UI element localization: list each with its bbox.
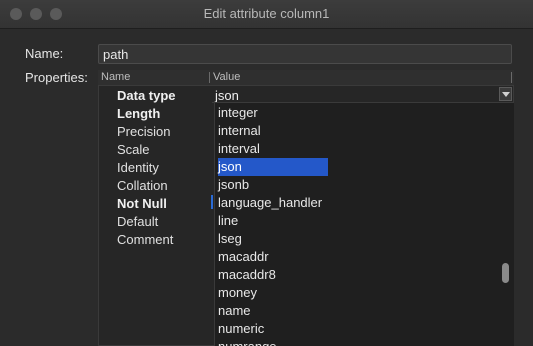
title-bar: Edit attribute column1 [0,0,533,29]
column-header-name[interactable]: Name [101,71,130,83]
column-header-value[interactable]: Value [213,71,240,83]
row-precision[interactable]: Precision [117,124,170,139]
dropdown-option[interactable]: interval [218,140,328,158]
row-identity[interactable]: Identity [117,160,159,175]
column-separator[interactable] [209,72,210,83]
name-label: Name: [25,46,64,61]
row-length[interactable]: Length [117,106,160,121]
dropdown-option[interactable]: language_handler [218,194,328,212]
name-input[interactable]: path [98,44,512,64]
column-separator[interactable] [511,72,512,83]
dropdown-option-selected[interactable]: json [218,158,328,176]
dropdown-option[interactable]: jsonb [218,176,328,194]
window-title: Edit attribute column1 [203,6,330,21]
row-collation[interactable]: Collation [117,178,168,193]
dropdown-option[interactable]: line [218,212,328,230]
data-type-combo-value[interactable]: json [215,88,239,103]
row-comment[interactable]: Comment [117,232,173,247]
dropdown-option[interactable]: integer [218,104,328,122]
row-default[interactable]: Default [117,214,158,229]
table-header: Name Value [98,70,514,86]
dropdown-option[interactable]: numrange [218,338,328,346]
dropdown-option[interactable]: name [218,302,328,320]
dropdown-option[interactable]: internal [218,122,328,140]
row-scale[interactable]: Scale [117,142,150,157]
dropdown-option[interactable]: lseg [218,230,328,248]
row-data-type[interactable]: Data type [117,88,176,103]
dropdown-option[interactable]: numeric [218,320,328,338]
chevron-down-icon[interactable] [499,87,512,101]
properties-label: Properties: [25,70,88,85]
dropdown-option[interactable]: macaddr [218,248,328,266]
focus-indicator [211,195,213,209]
dropdown-option[interactable]: money [218,284,328,302]
data-type-dropdown-list[interactable]: integer internal interval json jsonb lan… [214,103,514,346]
dropdown-scrollbar-thumb[interactable] [502,263,509,283]
row-not-null[interactable]: Not Null [117,196,167,211]
dropdown-option[interactable]: macaddr8 [218,266,328,284]
